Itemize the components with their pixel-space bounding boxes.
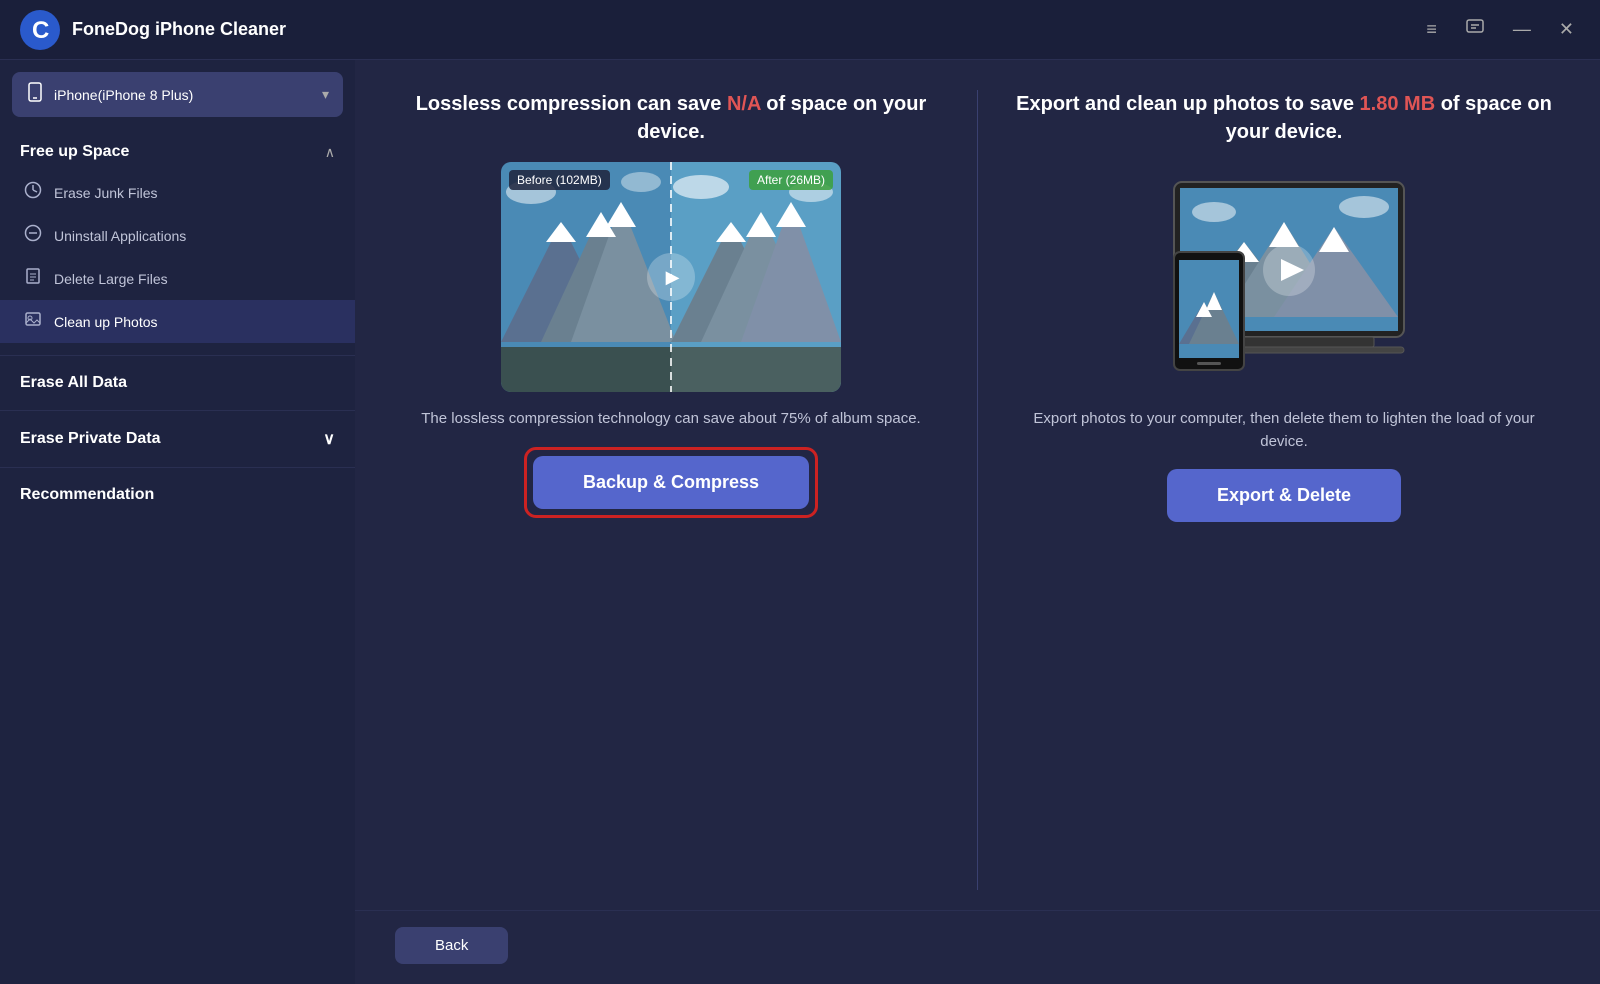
device-name: iPhone(iPhone 8 Plus) [54, 87, 312, 103]
sidebar-item-uninstall-apps[interactable]: Uninstall Applications [0, 214, 355, 257]
export-image-mockup [1114, 162, 1454, 392]
photo-icon [24, 310, 42, 333]
sidebar-item-erase-junk[interactable]: Erase Junk Files [0, 171, 355, 214]
card-divider [977, 90, 978, 890]
app-logo-icon: C [20, 10, 60, 50]
right-card-highlight: 1.80 MB [1360, 93, 1436, 115]
left-card-title: Lossless compression can save N/A of spa… [395, 90, 947, 146]
sidebar-item-erase-private-data[interactable]: Erase Private Data ∨ [0, 415, 355, 463]
free-up-space-title: Free up Space [20, 143, 129, 161]
uninstall-apps-label: Uninstall Applications [54, 228, 186, 244]
svg-text:C: C [32, 17, 49, 44]
right-card-desc: Export photos to your computer, then del… [1008, 408, 1560, 453]
left-card-title-part1: Lossless compression can save [416, 93, 727, 115]
minimize-button[interactable]: — [1507, 15, 1537, 44]
export-mockup-image [1114, 162, 1454, 392]
free-up-space-section: Free up Space ∧ Erase Junk Files [0, 133, 355, 351]
menu-button[interactable]: ≡ [1420, 15, 1443, 44]
right-card-title: Export and clean up photos to save 1.80 … [1008, 90, 1560, 146]
close-button[interactable]: ✕ [1553, 15, 1580, 44]
back-button[interactable]: Back [395, 927, 508, 964]
free-up-space-arrow-icon: ∧ [325, 144, 335, 161]
titlebar: C FoneDog iPhone Cleaner ≡ — ✕ [0, 0, 1600, 60]
chat-button[interactable] [1459, 13, 1491, 46]
export-delete-button[interactable]: Export & Delete [1167, 469, 1401, 522]
backup-compress-button[interactable]: Backup & Compress [533, 456, 809, 509]
backup-compress-card: Lossless compression can save N/A of spa… [395, 90, 947, 890]
bottom-bar: Back [355, 910, 1600, 984]
clock-icon [24, 181, 42, 204]
sidebar-divider-3 [0, 467, 355, 468]
free-up-space-header[interactable]: Free up Space ∧ [0, 133, 355, 171]
sidebar-item-erase-all-data[interactable]: Erase All Data [0, 360, 355, 406]
content-main: Lossless compression can save N/A of spa… [355, 60, 1600, 910]
erase-junk-label: Erase Junk Files [54, 185, 157, 201]
image-comparison: Before (102MB) After (26MB) [501, 162, 841, 392]
device-selector[interactable]: iPhone(iPhone 8 Plus) ▾ [12, 72, 343, 117]
app-title: FoneDog iPhone Cleaner [72, 19, 286, 40]
content-area: Lossless compression can save N/A of spa… [355, 60, 1600, 984]
device-icon [26, 82, 44, 107]
play-button[interactable] [647, 253, 695, 301]
titlebar-controls: ≡ — ✕ [1420, 13, 1580, 46]
before-label: Before (102MB) [509, 170, 610, 190]
sidebar-divider-2 [0, 410, 355, 411]
after-label: After (26MB) [749, 170, 833, 190]
delete-large-label: Delete Large Files [54, 271, 168, 287]
sidebar-divider-1 [0, 355, 355, 356]
erase-private-data-label: Erase Private Data [20, 430, 161, 448]
right-card-title-part1: Export and clean up photos to save [1016, 93, 1359, 115]
titlebar-left: C FoneDog iPhone Cleaner [20, 10, 286, 50]
file-icon [24, 267, 42, 290]
export-delete-card: Export and clean up photos to save 1.80 … [1008, 90, 1560, 890]
backup-button-wrapper: Backup & Compress [524, 447, 818, 518]
device-selector-arrow-icon: ▾ [322, 86, 329, 103]
uninstall-icon [24, 224, 42, 247]
sidebar-item-delete-large[interactable]: Delete Large Files [0, 257, 355, 300]
main-layout: iPhone(iPhone 8 Plus) ▾ Free up Space ∧ … [0, 60, 1600, 984]
left-card-highlight: N/A [727, 93, 761, 115]
cleanup-photos-label: Clean up Photos [54, 314, 158, 330]
left-card-desc: The lossless compression technology can … [421, 408, 920, 431]
sidebar-item-recommendation[interactable]: Recommendation [0, 472, 355, 518]
erase-private-chevron-icon: ∨ [323, 429, 335, 449]
sidebar-item-cleanup-photos[interactable]: Clean up Photos [0, 300, 355, 343]
sidebar: iPhone(iPhone 8 Plus) ▾ Free up Space ∧ … [0, 60, 355, 984]
